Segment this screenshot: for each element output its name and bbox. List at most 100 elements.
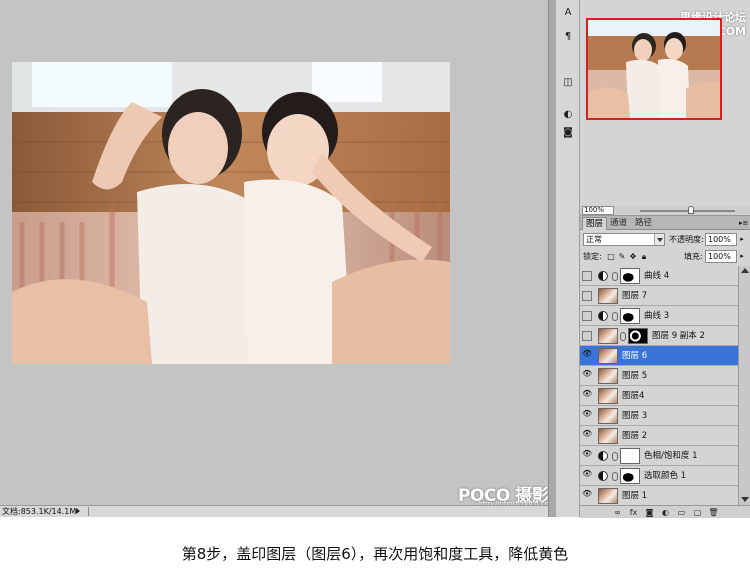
visibility-eye-icon[interactable]: [582, 349, 592, 361]
layer-name: 图层 6: [622, 351, 648, 361]
tab-channels[interactable]: 通道: [607, 217, 630, 230]
navigator-zoom-bar: 100%: [580, 206, 750, 215]
photo-document[interactable]: [12, 62, 450, 364]
lock-pixels-icon[interactable]: ✎: [617, 251, 627, 262]
opacity-field[interactable]: 100%: [705, 233, 737, 246]
navigator-thumbnail[interactable]: [586, 18, 722, 120]
fill-field[interactable]: 100%: [705, 250, 737, 263]
step-caption: 第8步，盖印图层（图层6），再次用饱和度工具，降低黄色: [181, 545, 569, 563]
panel-tab-bar: 图层 通道 路径 ▸≡: [580, 216, 750, 230]
layer-mask-thumbnail[interactable]: [620, 268, 640, 284]
layer-name: 选取颜色 1: [644, 471, 687, 481]
tab-paths[interactable]: 路径: [632, 217, 655, 230]
blend-row: 正常 不透明度: 100% ▸: [580, 233, 750, 247]
layer-mask-thumbnail[interactable]: [620, 308, 640, 324]
panel-icon-strip: A ¶ ◫ ◐ ◙: [556, 0, 580, 517]
adjustment-layer-icon: [598, 451, 608, 461]
lock-row: 锁定: □ ✎ ✥ 🔒︎ 填充: 100% ▸: [580, 250, 750, 264]
adjustment-layer-icon: [598, 471, 608, 481]
mask-link-icon[interactable]: [612, 272, 618, 281]
zoom-slider-handle[interactable]: [688, 206, 694, 214]
layer-name: 色相/饱和度 1: [644, 451, 698, 461]
panel-menu-icon[interactable]: ▸≡: [739, 219, 748, 227]
opacity-arrow-icon[interactable]: ▸: [738, 233, 746, 246]
layer-mask-thumbnail[interactable]: [620, 448, 640, 464]
visibility-eye-icon[interactable]: [582, 271, 592, 281]
layer-row[interactable]: 色相/饱和度 1: [580, 446, 738, 466]
lock-transparency-icon[interactable]: □: [606, 251, 616, 262]
layer-thumbnail: [598, 328, 618, 344]
photo-illustration: [12, 62, 450, 364]
visibility-eye-icon[interactable]: [582, 311, 592, 321]
layer-row[interactable]: 图层 5: [580, 366, 738, 386]
paragraph-icon[interactable]: ¶: [560, 30, 576, 44]
panel-divider[interactable]: [548, 0, 556, 517]
layer-row[interactable]: 曲线 3: [580, 306, 738, 326]
layer-scrollbar[interactable]: [738, 266, 750, 505]
layer-name: 图层 9 副本 2: [652, 331, 705, 341]
layer-row[interactable]: 图层 1: [580, 486, 738, 505]
scroll-down-icon[interactable]: [741, 497, 749, 502]
mask-link-icon[interactable]: [620, 332, 626, 341]
layer-footer: ∞ fx ◙ ◐ ▭ ▢ 🗑︎: [580, 505, 750, 518]
layer-thumbnail: [598, 288, 618, 304]
visibility-eye-icon[interactable]: [582, 291, 592, 301]
visibility-eye-icon[interactable]: [582, 331, 592, 341]
link-layers-icon[interactable]: ∞: [612, 507, 623, 518]
new-adjustment-icon[interactable]: ◐: [660, 507, 671, 518]
new-layer-icon[interactable]: ▢: [692, 507, 703, 518]
layer-row[interactable]: 图层 7: [580, 286, 738, 306]
layer-thumbnail: [598, 488, 618, 504]
layer-row[interactable]: 图层 2: [580, 426, 738, 446]
layer-name: 图层 1: [622, 491, 648, 501]
visibility-eye-icon[interactable]: [582, 389, 592, 401]
layer-row[interactable]: 图层4: [580, 386, 738, 406]
delete-layer-icon[interactable]: 🗑︎: [708, 507, 719, 518]
visibility-eye-icon[interactable]: [582, 469, 592, 481]
blend-mode-select[interactable]: 正常: [583, 233, 665, 246]
add-mask-icon[interactable]: ◙: [644, 507, 655, 518]
status-menu-arrow-icon[interactable]: [76, 508, 80, 514]
layer-comps-icon[interactable]: ◫: [560, 76, 576, 90]
layer-row[interactable]: 图层 3: [580, 406, 738, 426]
layer-name: 曲线 3: [644, 311, 670, 321]
status-divider: [88, 507, 89, 516]
opacity-label: 不透明度:: [669, 235, 704, 244]
screenshot-root: POCO 摄影专题 http://photo.poco.cn/ 文档:853.1…: [0, 0, 750, 583]
visibility-eye-icon[interactable]: [582, 449, 592, 461]
blend-mode-value: 正常: [586, 235, 602, 244]
mask-link-icon[interactable]: [612, 312, 618, 321]
layer-thumbnail: [598, 348, 618, 364]
layer-row[interactable]: 曲线 4: [580, 266, 738, 286]
fill-arrow-icon[interactable]: ▸: [738, 250, 746, 263]
layer-mask-thumbnail[interactable]: [628, 328, 648, 344]
layer-row[interactable]: 选取颜色 1: [580, 466, 738, 486]
scroll-up-icon[interactable]: [741, 268, 749, 273]
layer-name: 图层 2: [622, 431, 648, 441]
layer-row[interactable]: 图层 9 副本 2: [580, 326, 738, 346]
new-group-icon[interactable]: ▭: [676, 507, 687, 518]
character-icon[interactable]: A: [560, 6, 576, 20]
chevron-down-icon[interactable]: [654, 234, 664, 245]
tab-layers[interactable]: 图层: [582, 217, 608, 230]
mask-link-icon[interactable]: [612, 472, 618, 481]
masks-icon[interactable]: ◙: [560, 126, 576, 140]
fill-label: 填充:: [684, 252, 703, 261]
layer-row[interactable]: 图层 6: [580, 346, 738, 366]
document-canvas[interactable]: POCO 摄影专题 http://photo.poco.cn/: [0, 0, 582, 508]
lock-position-icon[interactable]: ✥: [628, 251, 638, 262]
status-bar: 文档:853.1K/14.1M: [0, 505, 548, 517]
layer-name: 图层 7: [622, 291, 648, 301]
lock-all-icon[interactable]: 🔒︎: [639, 251, 649, 262]
visibility-eye-icon[interactable]: [582, 369, 592, 381]
zoom-field[interactable]: 100%: [582, 206, 614, 215]
visibility-eye-icon[interactable]: [582, 429, 592, 441]
layer-mask-thumbnail[interactable]: [620, 468, 640, 484]
visibility-eye-icon[interactable]: [582, 409, 592, 421]
visibility-eye-icon[interactable]: [582, 489, 592, 501]
layer-style-icon[interactable]: fx: [628, 507, 639, 518]
mask-link-icon[interactable]: [612, 452, 618, 461]
adjustments-icon[interactable]: ◐: [560, 108, 576, 122]
adjustment-layer-icon: [598, 311, 608, 321]
layer-thumbnail: [598, 368, 618, 384]
